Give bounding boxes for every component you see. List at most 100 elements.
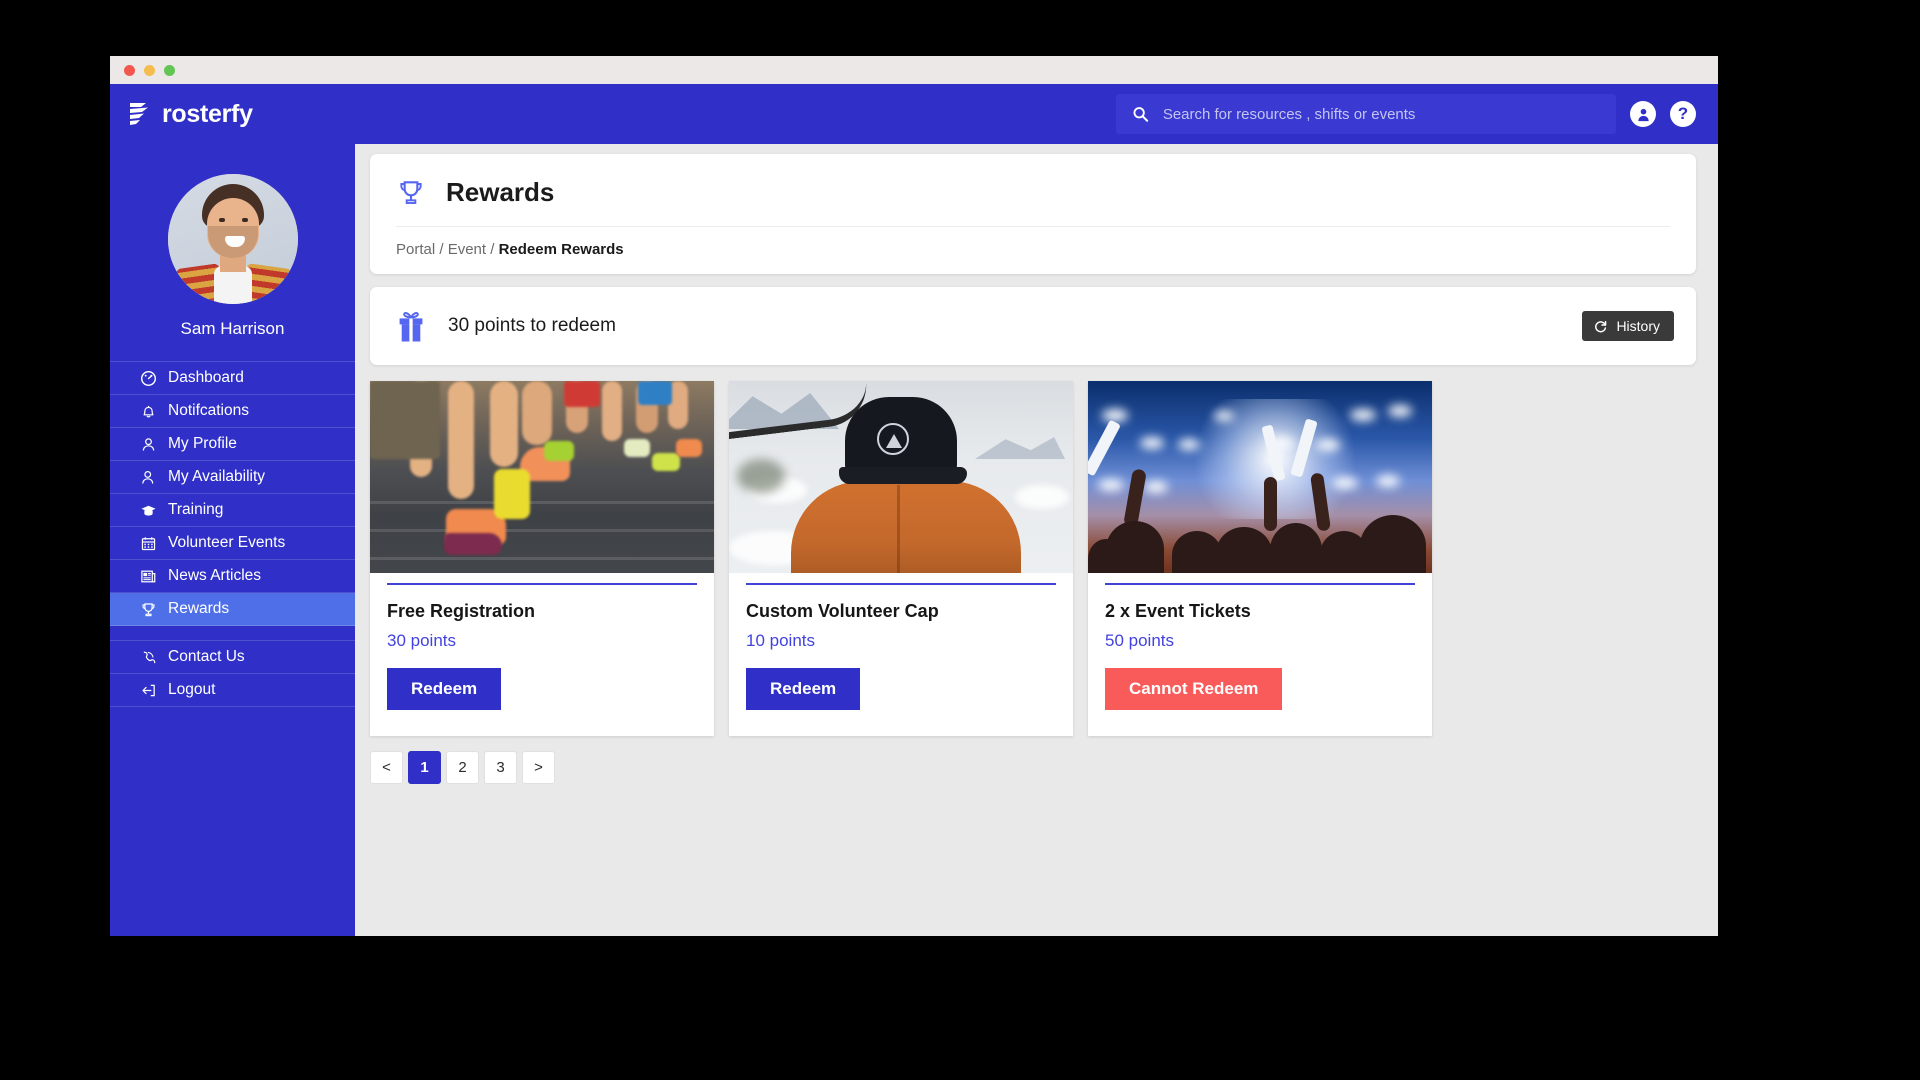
sidebar-nav-primary: Dashboard Notifcations My Profile My Ava… (110, 361, 355, 626)
search-box[interactable] (1116, 94, 1616, 134)
points-to-redeem-text: 30 points to redeem (448, 315, 616, 336)
sidebar-item-label: Dashboard (168, 369, 244, 386)
reward-card[interactable]: Custom Volunteer Cap 10 points Redeem (729, 381, 1073, 736)
history-button-label: History (1616, 318, 1660, 334)
app-body: Sam Harrison Dashboard Notifcations My P… (110, 144, 1718, 936)
points-bar-card: 30 points to redeem History (370, 287, 1696, 365)
reward-card-body: Custom Volunteer Cap 10 points Redeem (729, 583, 1073, 736)
page-title: Rewards (446, 176, 555, 207)
rosterfy-logo-icon (130, 103, 148, 125)
phone-icon (140, 649, 157, 666)
reward-points: 50 points (1105, 631, 1174, 650)
sidebar-item-label: Volunteer Events (168, 534, 286, 551)
gift-icon (399, 311, 423, 341)
search-input[interactable] (1162, 105, 1600, 123)
reward-title: Free Registration (387, 601, 536, 621)
sidebar-item-label: Notifcations (168, 402, 249, 419)
redeem-button[interactable]: Redeem (387, 668, 502, 710)
help-circle-icon[interactable]: ? (1670, 101, 1696, 127)
graduation-cap-icon (140, 502, 157, 519)
pagination: < 1 2 3 > (370, 751, 1696, 784)
sidebar-item-news-articles[interactable]: News Articles (110, 560, 355, 593)
maximize-window-button[interactable] (164, 64, 175, 76)
pagination-page-2[interactable]: 2 (446, 751, 479, 784)
sidebar-item-training[interactable]: Training (110, 494, 355, 527)
sidebar-item-label: My Availability (168, 468, 266, 485)
dashboard-icon (140, 370, 157, 387)
search-icon (1133, 107, 1149, 122)
breadcrumb: Portal / Event / Redeem Rewards (396, 227, 1670, 258)
user-clock-icon (140, 469, 157, 486)
page-header-top: Rewards (396, 176, 1670, 227)
main-content: Rewards Portal / Event / Redeem Rewards (355, 144, 1718, 936)
trophy-icon (140, 601, 157, 618)
user-glyph-icon (1637, 108, 1649, 121)
sidebar-item-rewards[interactable]: Rewards (110, 593, 355, 626)
reward-card-rule (746, 583, 1056, 585)
avatar-wrapper (110, 174, 355, 304)
sidebar-username: Sam Harrison (180, 319, 285, 338)
sidebar-nav-spacer (110, 626, 355, 640)
pagination-page-1[interactable]: 1 (408, 751, 441, 784)
cannot-redeem-button[interactable]: Cannot Redeem (1105, 668, 1283, 710)
app-topbar: rosterfy ? (110, 84, 1718, 144)
breadcrumb-item-portal[interactable]: Portal (396, 241, 435, 258)
reward-card-rule (1105, 583, 1415, 585)
pagination-prev-button[interactable]: < (370, 751, 403, 784)
person-wearing-cap-photo (729, 381, 1073, 573)
sidebar-item-dashboard[interactable]: Dashboard (110, 362, 355, 395)
brand-name: rosterfy (162, 99, 253, 128)
history-button[interactable]: History (1582, 311, 1674, 341)
newspaper-icon (140, 568, 157, 585)
window-titlebar (110, 56, 1718, 84)
pagination-next-button[interactable]: > (522, 751, 555, 784)
sidebar-item-label: Rewards (168, 600, 230, 617)
pagination-page-3[interactable]: 3 (484, 751, 517, 784)
reward-card[interactable]: Free Registration 30 points Redeem (370, 381, 714, 736)
user-icon (140, 436, 157, 453)
sidebar-item-label: My Profile (168, 435, 237, 452)
sidebar-item-contact-us[interactable]: Contact Us (110, 641, 355, 674)
avatar[interactable] (167, 174, 298, 304)
reward-card-body: Free Registration 30 points Redeem (370, 583, 714, 736)
concert-crowd-photo (1088, 381, 1432, 573)
rewards-grid: Free Registration 30 points Redeem Custo… (370, 381, 1696, 736)
browser-window: rosterfy ? (110, 56, 1718, 936)
redeem-button[interactable]: Redeem (746, 668, 861, 710)
reward-points: 10 points (746, 631, 815, 650)
page-header-card: Rewards Portal / Event / Redeem Rewards (370, 154, 1696, 274)
reward-card[interactable]: 2 x Event Tickets 50 points Cannot Redee… (1088, 381, 1432, 736)
sidebar-item-label: Contact Us (168, 648, 245, 665)
trophy-icon (400, 181, 422, 204)
user-circle-icon[interactable] (1630, 101, 1656, 127)
topbar-actions: ? (1116, 94, 1696, 134)
sidebar-item-my-profile[interactable]: My Profile (110, 428, 355, 461)
breadcrumb-item-event[interactable]: Event (448, 241, 486, 258)
refresh-icon (1595, 320, 1607, 332)
sidebar-item-logout[interactable]: Logout (110, 674, 355, 707)
screenshot-stage: rosterfy ? (0, 0, 1920, 1080)
bell-icon (140, 403, 157, 420)
reward-points: 30 points (387, 631, 456, 650)
breadcrumb-separator: / (490, 241, 495, 258)
logout-icon (140, 682, 157, 699)
close-window-button[interactable] (124, 64, 135, 76)
sidebar: Sam Harrison Dashboard Notifcations My P… (110, 144, 355, 936)
sidebar-item-label: News Articles (168, 567, 262, 584)
sidebar-item-my-availability[interactable]: My Availability (110, 461, 355, 494)
sidebar-item-volunteer-events[interactable]: Volunteer Events (110, 527, 355, 560)
reward-title: Custom Volunteer Cap (746, 601, 939, 621)
brand-logo[interactable]: rosterfy (110, 100, 355, 129)
calendar-icon (140, 535, 157, 552)
breadcrumb-separator: / (439, 241, 444, 258)
reward-card-rule (387, 583, 697, 585)
minimize-window-button[interactable] (144, 64, 155, 76)
sidebar-item-label: Logout (168, 681, 216, 698)
marathon-runners-photo (370, 381, 714, 573)
sidebar-nav-secondary: Contact Us Logout (110, 640, 355, 707)
breadcrumb-current: Redeem Rewards (498, 241, 624, 258)
reward-card-body: 2 x Event Tickets 50 points Cannot Redee… (1088, 583, 1432, 736)
reward-title: 2 x Event Tickets (1105, 601, 1251, 621)
sidebar-item-notifications[interactable]: Notifcations (110, 395, 355, 428)
sidebar-item-label: Training (168, 501, 224, 518)
